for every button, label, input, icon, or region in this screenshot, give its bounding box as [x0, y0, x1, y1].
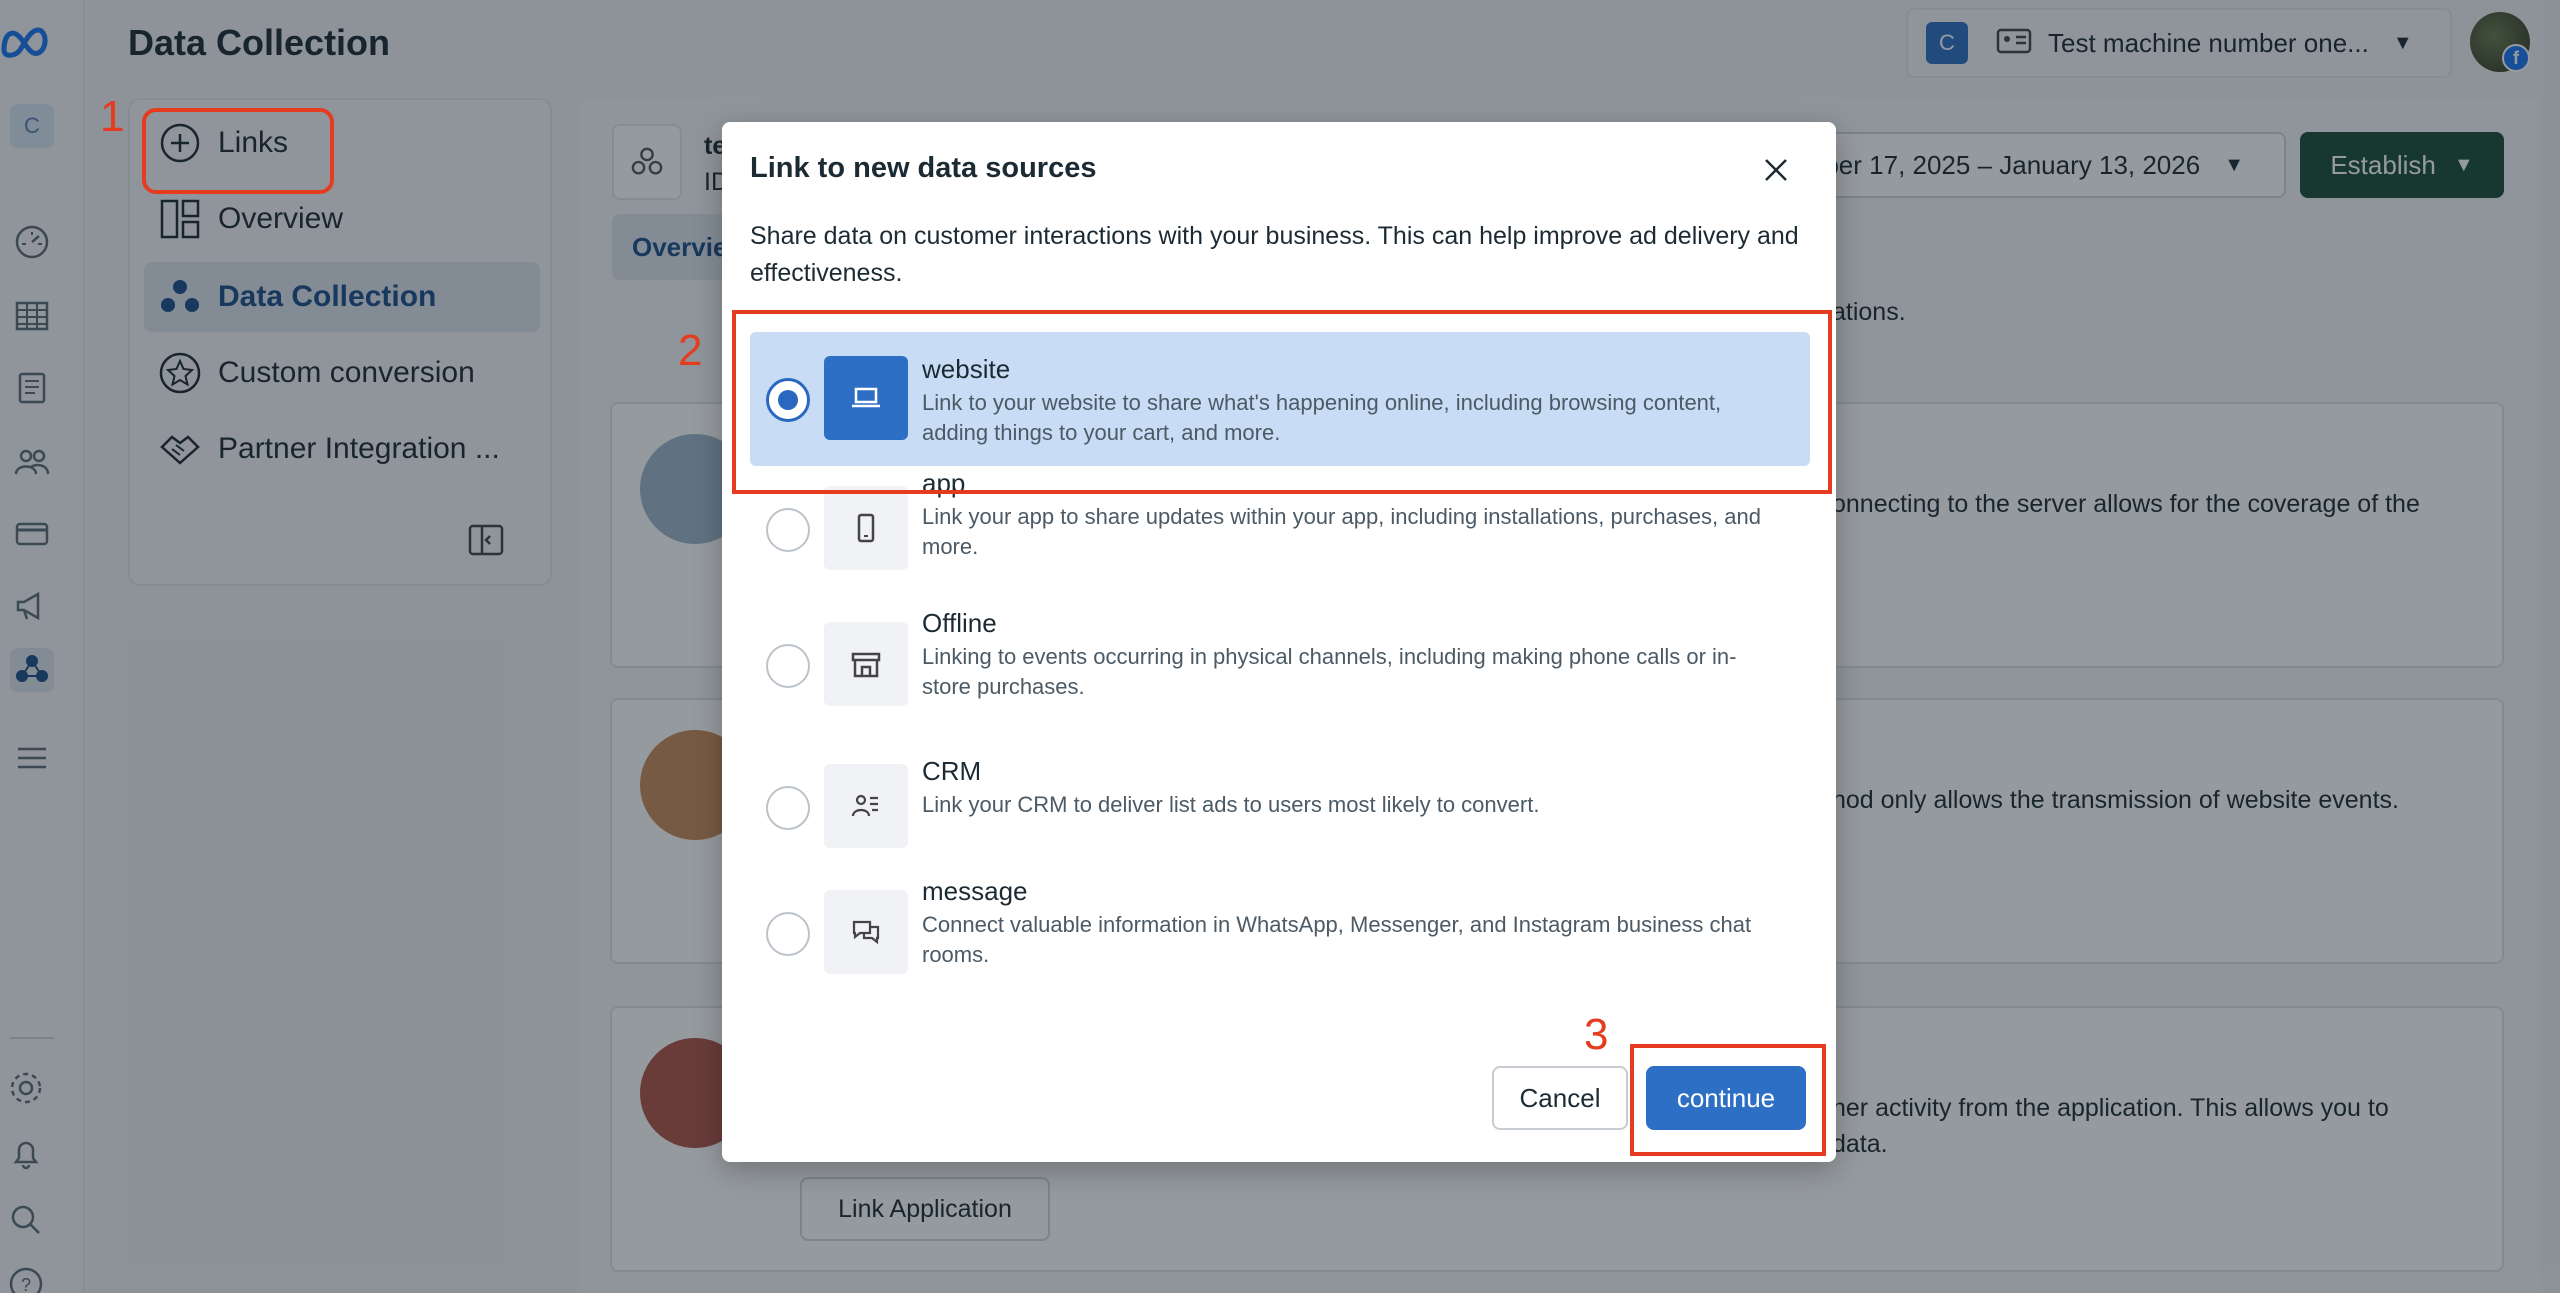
annotation-number-3: 3: [1584, 1010, 1609, 1059]
close-icon[interactable]: [1752, 146, 1800, 194]
option-description: Link your CRM to deliver list ads to use…: [922, 792, 1540, 817]
annotation-box-links: [142, 108, 334, 194]
annotation-box-website: [732, 310, 1832, 494]
option-offline[interactable]: Offline Linking to events occurring in p…: [750, 608, 1810, 746]
crm-icon: [824, 764, 908, 848]
option-app[interactable]: app Link your app to share updates withi…: [750, 468, 1810, 610]
radio-message[interactable]: [766, 912, 810, 956]
option-description: Linking to events occurring in physical …: [922, 644, 1737, 699]
radio-offline[interactable]: [766, 644, 810, 688]
dialog-description: Share data on customer interactions with…: [750, 222, 1799, 287]
option-description: Connect valuable information in WhatsApp…: [922, 912, 1752, 967]
option-description: Link your app to share updates within yo…: [922, 504, 1761, 559]
annotation-number-2: 2: [678, 326, 703, 375]
dialog-title: Link to new data sources: [750, 152, 1097, 184]
annotation-box-continue: [1630, 1044, 1826, 1156]
option-crm[interactable]: CRM Link your CRM to deliver list ads to…: [750, 754, 1810, 888]
option-title: message: [922, 876, 1028, 906]
option-title: CRM: [922, 756, 982, 786]
cancel-button[interactable]: Cancel: [1492, 1066, 1628, 1130]
radio-app[interactable]: [766, 508, 810, 552]
store-icon: [824, 622, 908, 706]
link-data-sources-dialog: Link to new data sources Share data on c…: [722, 122, 1836, 1162]
phone-icon: [824, 486, 908, 570]
radio-crm[interactable]: [766, 786, 810, 830]
chat-icon: [824, 890, 908, 974]
annotation-number-1: 1: [100, 92, 125, 141]
option-message[interactable]: message Connect valuable information in …: [750, 876, 1810, 1014]
option-title: Offline: [922, 608, 997, 638]
